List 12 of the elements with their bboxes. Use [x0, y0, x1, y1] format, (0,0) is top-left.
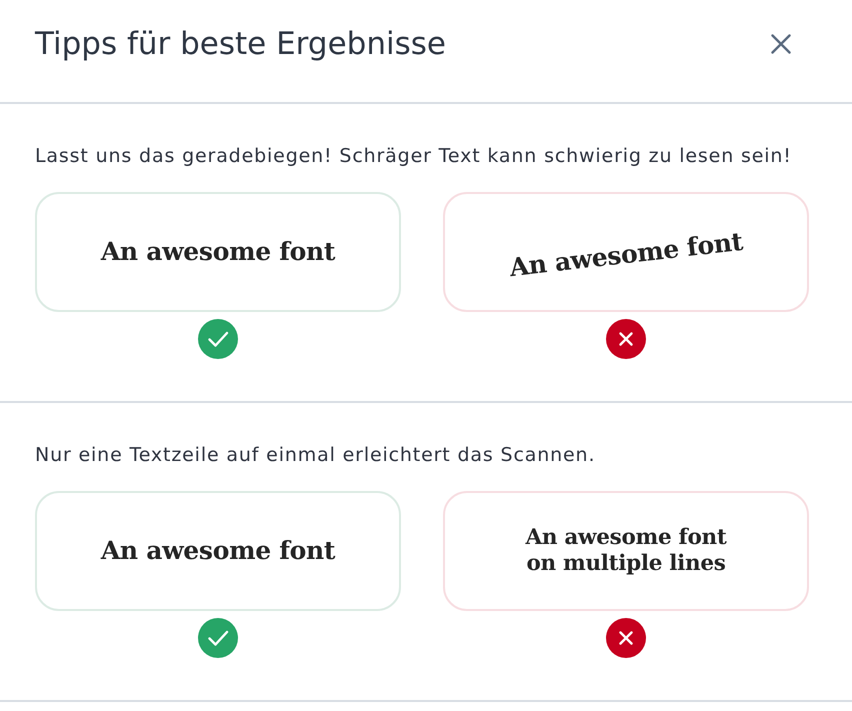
sample-text: An awesome font	[508, 226, 744, 284]
tip-text: Nur eine Textzeile auf einmal erleichtert das Scannen.	[35, 443, 596, 467]
x-icon	[606, 319, 646, 359]
check-icon	[198, 618, 238, 658]
check-icon	[198, 319, 238, 359]
tip-text: Lasst uns das geradebiegen! Schräger Text kann schwierig zu lesen sein!	[35, 144, 793, 168]
sample-text: An awesome font	[100, 536, 336, 566]
sample-text: An awesome font on multiple lines	[526, 525, 726, 577]
dialog-title: Tipps für beste Ergebnisse	[35, 25, 446, 63]
sample-text: An awesome font	[100, 237, 336, 267]
close-icon	[771, 34, 791, 54]
x-icon	[606, 618, 646, 658]
